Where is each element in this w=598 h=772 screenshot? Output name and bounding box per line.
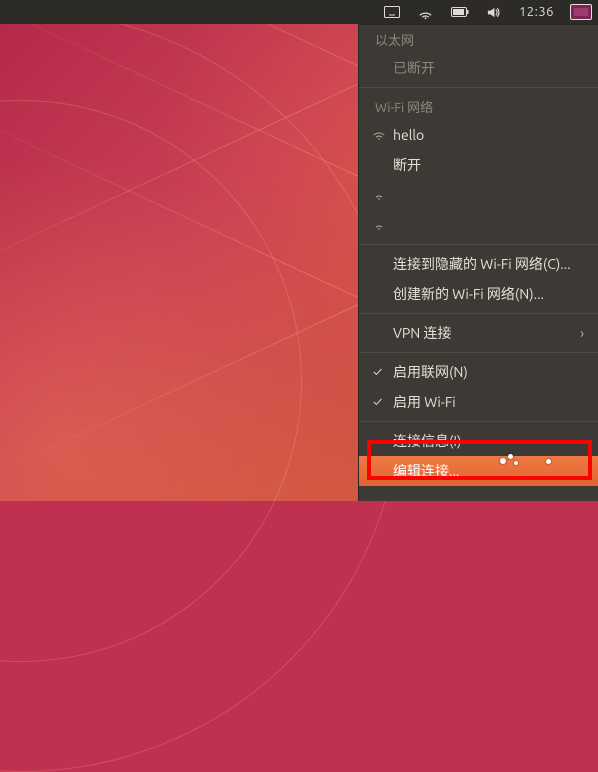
- wifi-signal-icon: [371, 127, 387, 143]
- menu-separator: [359, 313, 598, 314]
- menu-item-enable-wifi[interactable]: 启用 Wi-Fi: [359, 387, 598, 417]
- wifi-network-label: hello: [393, 127, 424, 143]
- menu-item-vpn[interactable]: VPN 连接 ›: [359, 318, 598, 348]
- wifi-signal-weak-icon: [371, 217, 387, 233]
- menu-item-wifi-empty-2: [359, 210, 598, 240]
- menu-header-ethernet: 以太网: [359, 25, 598, 53]
- menu-item-wifi-empty-1: [359, 180, 598, 210]
- menu-item-edit-connections[interactable]: 编辑连接...: [359, 456, 598, 486]
- clock[interactable]: 12:36: [519, 5, 554, 19]
- sound-indicator-icon[interactable]: [485, 3, 503, 21]
- menu-item-connect-hidden-wifi[interactable]: 连接到隐藏的 Wi-Fi 网络(C)...: [359, 249, 598, 279]
- menu-separator: [359, 421, 598, 422]
- menu-item-label: VPN 连接: [393, 323, 451, 343]
- menu-separator: [359, 352, 598, 353]
- network-indicator-menu: 以太网 已断开 Wi-Fi 网络 hello 断开: [358, 24, 598, 501]
- session-indicator-icon[interactable]: [570, 4, 592, 20]
- menu-separator: [359, 87, 598, 88]
- menu-item-connection-info[interactable]: 连接信息(I): [359, 426, 598, 456]
- menu-item-ethernet-disconnected: 已断开: [359, 53, 598, 83]
- menu-item-wifi-network[interactable]: hello: [359, 120, 598, 150]
- wifi-signal-weak-icon: [371, 187, 387, 203]
- network-indicator-icon[interactable]: [417, 3, 435, 21]
- keyboard-indicator-icon[interactable]: [383, 3, 401, 21]
- menu-separator: [359, 244, 598, 245]
- top-panel: 12:36: [0, 0, 598, 24]
- submenu-arrow-icon: ›: [580, 325, 584, 341]
- menu-item-create-new-wifi[interactable]: 创建新的 Wi-Fi 网络(N)...: [359, 279, 598, 309]
- menu-item-enable-networking[interactable]: 启用联网(N): [359, 357, 598, 387]
- menu-header-wifi: Wi-Fi 网络: [359, 92, 598, 120]
- battery-indicator-icon[interactable]: [451, 3, 469, 21]
- menu-item-wifi-disconnect[interactable]: 断开: [359, 150, 598, 180]
